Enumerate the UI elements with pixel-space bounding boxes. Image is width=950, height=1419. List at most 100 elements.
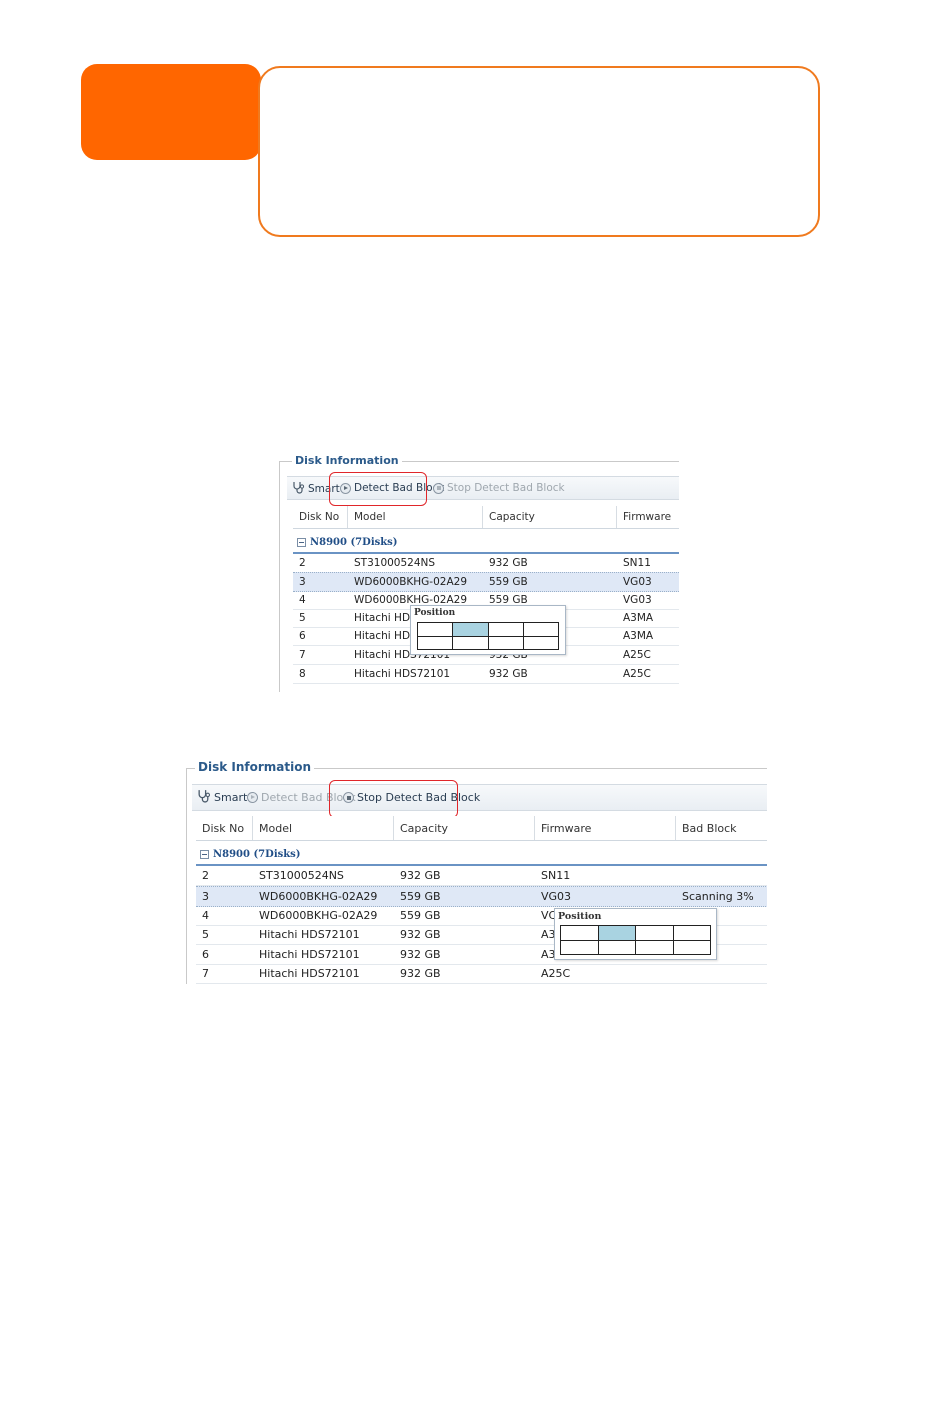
stethoscope-icon bbox=[292, 481, 305, 497]
highlight-box bbox=[329, 780, 458, 818]
stop-icon bbox=[433, 482, 444, 494]
cell-model: Hitachi HDS72101 bbox=[259, 967, 360, 980]
cell-disk-no: 4 bbox=[202, 909, 209, 922]
cell-capacity: 559 GB bbox=[400, 890, 441, 903]
position-slot bbox=[597, 939, 636, 955]
header-box bbox=[258, 66, 820, 237]
play-icon bbox=[247, 792, 258, 803]
position-slot-active bbox=[597, 925, 636, 941]
cell-firmware: A25C bbox=[623, 649, 651, 661]
table-row[interactable]: 7 Hitachi HDS72101 932 GB A25C bbox=[196, 964, 767, 984]
cell-model: WD6000BKHG-02A29 bbox=[259, 909, 378, 922]
collapse-icon[interactable] bbox=[200, 849, 209, 859]
table-row-selected[interactable]: 3 WD6000BKHG-02A29 559 GB VG03 Scanning … bbox=[196, 886, 767, 907]
highlight-box bbox=[329, 472, 427, 506]
position-grid bbox=[416, 622, 560, 650]
panel-legend: Disk Information bbox=[195, 760, 315, 774]
position-slot bbox=[635, 925, 674, 941]
cell-disk-no: 2 bbox=[202, 869, 209, 882]
position-slot bbox=[560, 925, 599, 941]
disk-information-panel-1: Disk Information Smart Detect Bad Block … bbox=[273, 450, 679, 692]
cell-firmware: VG03 bbox=[623, 594, 652, 606]
column-header[interactable]: Model bbox=[348, 506, 483, 528]
position-slot bbox=[522, 622, 560, 637]
header-tab bbox=[81, 64, 261, 160]
table-row[interactable]: 2 ST31000524NS 932 GB SN11 bbox=[196, 866, 767, 886]
cell-model: ST31000524NS bbox=[259, 869, 344, 882]
position-slot bbox=[487, 622, 524, 637]
column-header[interactable]: Bad Block bbox=[676, 816, 767, 840]
column-header[interactable]: Disk No bbox=[293, 506, 348, 528]
position-slot bbox=[416, 622, 454, 637]
cell-bad-block: Scanning 3% bbox=[682, 890, 754, 903]
cell-bad-block bbox=[676, 964, 682, 983]
cell-firmware: SN11 bbox=[541, 869, 571, 882]
stop-detect-bad-block-label: Stop Detect Bad Block bbox=[447, 482, 565, 494]
cell-disk-no: 2 bbox=[299, 557, 306, 569]
position-slot bbox=[522, 635, 560, 650]
column-header[interactable]: Model bbox=[253, 816, 394, 840]
cell-firmware: A3MA bbox=[623, 630, 654, 642]
stop-detect-bad-block-button[interactable]: Stop Detect Bad Block bbox=[433, 482, 565, 494]
popup-title: Position bbox=[558, 911, 602, 922]
position-slot bbox=[452, 635, 489, 650]
cell-model: Hitachi HDS bbox=[354, 630, 417, 642]
panel-legend: Disk Information bbox=[292, 454, 402, 467]
cell-model: Hitachi HDS72101 bbox=[259, 928, 360, 941]
position-grid bbox=[560, 925, 711, 955]
position-slot-active bbox=[452, 622, 489, 637]
column-header[interactable]: Firmware bbox=[617, 506, 679, 528]
position-slot bbox=[672, 939, 711, 955]
popup-title: Position bbox=[414, 608, 456, 618]
column-header[interactable]: Disk No bbox=[196, 816, 253, 840]
cell-firmware: A25C bbox=[623, 668, 651, 680]
cell-capacity: 932 GB bbox=[400, 928, 441, 941]
cell-disk-no: 7 bbox=[299, 649, 306, 661]
cell-firmware: A25C bbox=[541, 967, 571, 980]
cell-model: WD6000BKHG-02A29 bbox=[354, 576, 468, 588]
cell-firmware: VG03 bbox=[541, 890, 572, 903]
stethoscope-icon bbox=[197, 789, 211, 806]
cell-disk-no: 4 bbox=[299, 594, 306, 606]
cell-firmware: A3MA bbox=[623, 612, 654, 624]
table-row[interactable]: 8 Hitachi HDS72101 932 GB A25C bbox=[293, 665, 679, 684]
cell-bad-block bbox=[676, 866, 682, 885]
position-slot bbox=[416, 635, 454, 650]
cell-firmware: VG03 bbox=[623, 576, 652, 588]
position-slot bbox=[560, 939, 599, 955]
cell-capacity: 932 GB bbox=[489, 668, 528, 680]
cell-disk-no: 5 bbox=[299, 612, 306, 624]
smart-button[interactable]: Smart bbox=[197, 789, 247, 806]
cell-capacity: 932 GB bbox=[400, 948, 441, 961]
toolbar: Smart Detect Bad Block Stop Detect Bad B… bbox=[192, 784, 767, 811]
grid-header: Disk No Model Capacity Firmware Bad Bloc… bbox=[196, 816, 767, 841]
cell-disk-no: 5 bbox=[202, 928, 209, 941]
column-header[interactable]: Firmware bbox=[535, 816, 676, 840]
table-row[interactable]: 2 ST31000524NS 932 GB SN11 bbox=[293, 554, 679, 573]
position-slot bbox=[635, 939, 674, 955]
column-header[interactable]: Capacity bbox=[483, 506, 617, 528]
position-popup: Position bbox=[410, 605, 566, 655]
cell-capacity: 559 GB bbox=[489, 576, 528, 588]
table-row-selected[interactable]: 3 WD6000BKHG-02A29 559 GB VG03 bbox=[293, 572, 679, 592]
cell-model: ST31000524NS bbox=[354, 557, 436, 569]
cell-disk-no: 6 bbox=[299, 630, 306, 642]
disk-information-panel-2: Disk Information Smart Detect Bad Block … bbox=[184, 758, 767, 984]
position-slot bbox=[487, 635, 524, 650]
column-header[interactable]: Capacity bbox=[394, 816, 535, 840]
group-header[interactable]: N8900 (7Disks) bbox=[297, 535, 398, 549]
cell-capacity: 932 GB bbox=[400, 967, 441, 980]
cell-disk-no: 3 bbox=[202, 890, 209, 903]
cell-disk-no: 7 bbox=[202, 967, 209, 980]
cell-disk-no: 6 bbox=[202, 948, 209, 961]
collapse-icon[interactable] bbox=[297, 537, 306, 547]
group-label: N8900 (7Disks) bbox=[213, 848, 301, 860]
cell-model: WD6000BKHG-02A29 bbox=[259, 890, 378, 903]
cell-capacity: 559 GB bbox=[400, 909, 441, 922]
cell-firmware: A3 bbox=[541, 948, 556, 961]
group-header[interactable]: N8900 (7Disks) bbox=[200, 847, 301, 861]
cell-capacity: 932 GB bbox=[400, 869, 441, 882]
cell-firmware: SN11 bbox=[623, 557, 651, 569]
group-label: N8900 (7Disks) bbox=[310, 536, 398, 548]
position-popup: Position bbox=[554, 908, 717, 960]
